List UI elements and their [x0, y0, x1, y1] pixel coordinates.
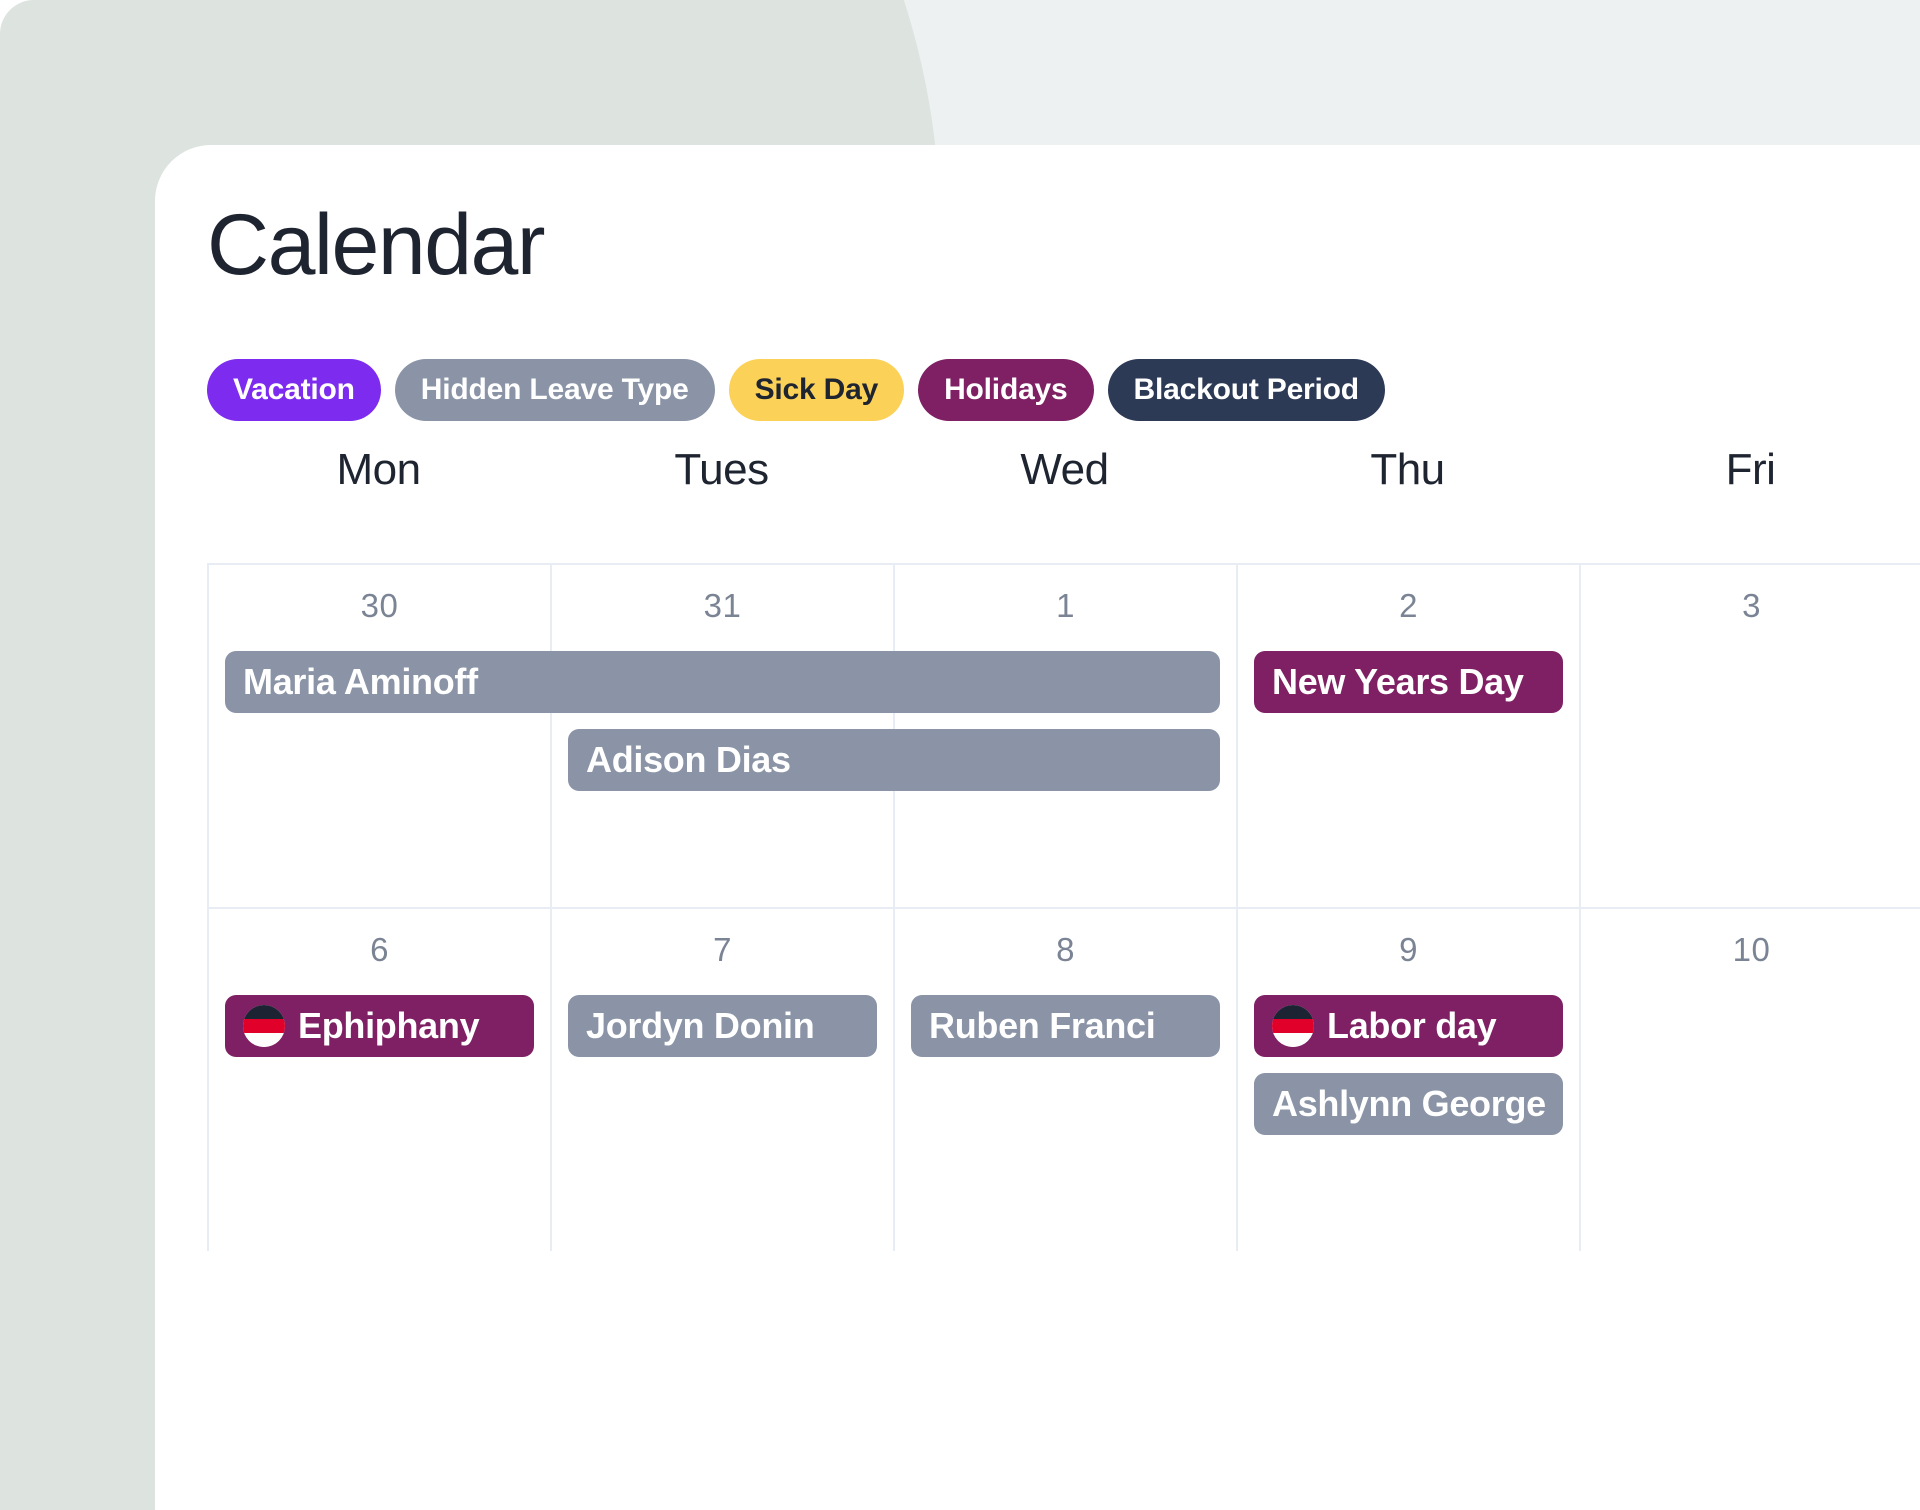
- day-number: 1: [1056, 587, 1075, 624]
- legend-pill-sick-day[interactable]: Sick Day: [728, 359, 905, 421]
- legend-pill-vacation[interactable]: Vacation: [207, 359, 381, 421]
- calendar-event-label: Ruben Franci: [929, 1005, 1156, 1046]
- day-cell-8[interactable]: 8: [893, 909, 1236, 1251]
- calendar-event-label: Jordyn Donin: [586, 1005, 815, 1046]
- calendar-card: Calendar Vacation Hidden Leave Type Sick D…: [155, 145, 1920, 1510]
- calendar-event-label: New Years Day: [1272, 661, 1524, 702]
- weekday-header-fri: Fri: [1725, 445, 1776, 494]
- day-cell-3[interactable]: 3: [1579, 565, 1920, 907]
- day-number: 3: [1742, 587, 1761, 624]
- weekday-header-mon: Mon: [336, 445, 421, 494]
- calendar-event-label: Adison Dias: [586, 739, 791, 780]
- legend-pill-label: Sick Day: [754, 373, 879, 406]
- leave-type-legend: Vacation Hidden Leave Type Sick Day Holiday…: [207, 359, 1385, 421]
- calendar-event-jordyn-donin[interactable]: Jordyn Donin: [568, 995, 877, 1057]
- day-cell-7[interactable]: 7: [550, 909, 893, 1251]
- flag-de-icon: [243, 1005, 285, 1047]
- day-cell-2[interactable]: 2: [1236, 565, 1579, 907]
- legend-pill-label: Hidden Leave Type: [420, 373, 689, 406]
- day-cell-10[interactable]: 10: [1579, 909, 1920, 1251]
- day-number: 2: [1399, 587, 1418, 624]
- weekday-header-row: MonTuesWedThuFriSat: [207, 445, 1920, 495]
- legend-pill-label: Vacation: [233, 373, 355, 406]
- day-cell-30[interactable]: 30: [207, 565, 550, 907]
- calendar-event-label: Ephiphany: [298, 1005, 480, 1046]
- calendar-week-row: 30311234Maria AminoffNew Years DayAdison…: [207, 563, 1920, 907]
- day-number: 30: [360, 587, 399, 624]
- legend-pill-holidays[interactable]: Holidays: [918, 359, 1094, 421]
- day-number: 31: [703, 587, 742, 624]
- calendar-event-new-years-day[interactable]: New Years Day: [1254, 651, 1563, 713]
- day-number: 10: [1732, 931, 1771, 968]
- flag-de-icon: [1272, 1005, 1314, 1047]
- calendar-event-label: Maria Aminoff: [243, 661, 478, 702]
- calendar-grid: 30311234Maria AminoffNew Years DayAdison…: [207, 563, 1920, 1251]
- calendar-event-labor-day[interactable]: Labor day: [1254, 995, 1563, 1057]
- day-number: 9: [1399, 931, 1418, 968]
- calendar-event-maria-aminoff[interactable]: Maria Aminoff: [225, 651, 1220, 713]
- legend-pill-label: Blackout Period: [1133, 373, 1360, 406]
- weekday-header-wed: Wed: [1020, 445, 1109, 494]
- day-cell-6[interactable]: 6: [207, 909, 550, 1251]
- calendar-event-label: Ashlynn George: [1272, 1083, 1546, 1124]
- legend-pill-blackout-period[interactable]: Blackout Period: [1107, 359, 1385, 421]
- legend-pill-hidden-leave-type[interactable]: Hidden Leave Type: [394, 359, 715, 421]
- screen-root: Calendar Vacation Hidden Leave Type Sick D…: [0, 0, 1920, 1510]
- weekday-header-thu: Thu: [1370, 445, 1445, 494]
- calendar-week-row: 67891011EphiphanyJordyn DoninRuben Franc…: [207, 907, 1920, 1251]
- day-number: 8: [1056, 931, 1075, 968]
- calendar-event-ashlynn-george[interactable]: Ashlynn George: [1254, 1073, 1563, 1135]
- calendar-event-adison-dias[interactable]: Adison Dias: [568, 729, 1220, 791]
- legend-pill-label: Holidays: [944, 373, 1068, 406]
- page-title: Calendar: [207, 197, 546, 293]
- weekday-header-tues: Tues: [674, 445, 769, 494]
- calendar-event-ephiphany[interactable]: Ephiphany: [225, 995, 534, 1057]
- calendar-event-label: Labor day: [1327, 1005, 1497, 1046]
- day-number: 7: [713, 931, 732, 968]
- calendar-event-ruben-franci[interactable]: Ruben Franci: [911, 995, 1220, 1057]
- day-number: 6: [370, 931, 389, 968]
